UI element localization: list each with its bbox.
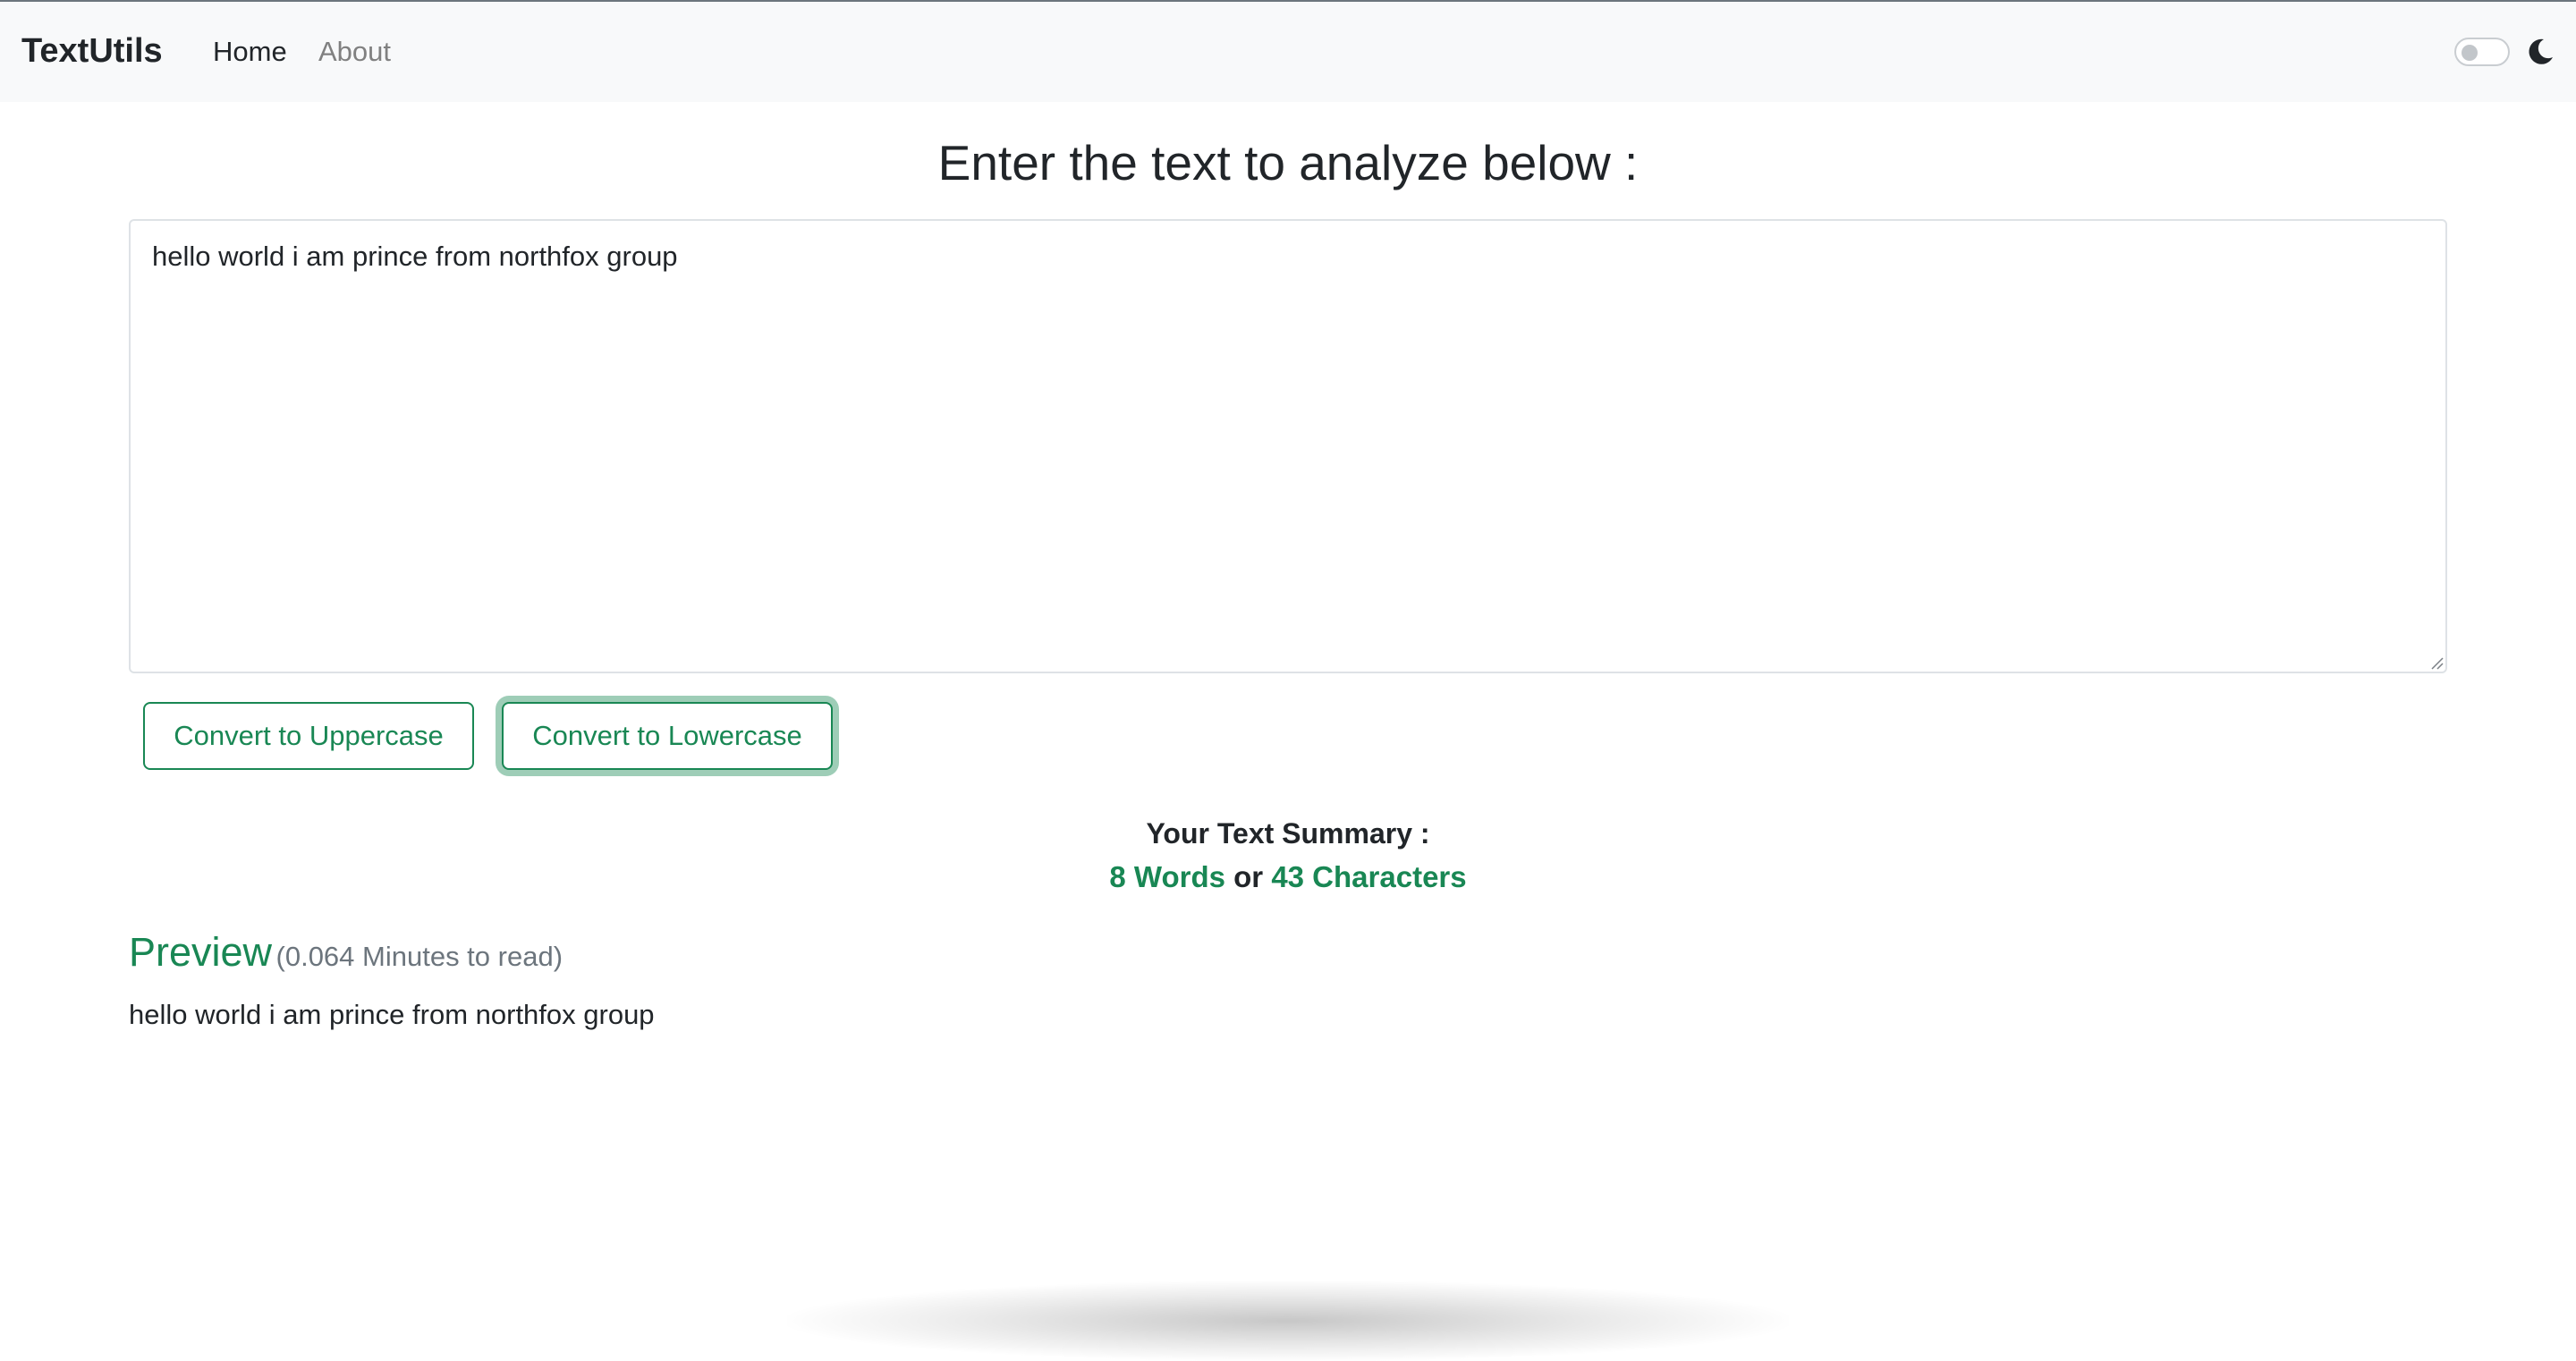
preview-text: hello world i am prince from northfox gr… <box>129 999 655 1030</box>
summary-title: Your Text Summary : <box>1146 817 1430 850</box>
moon-icon <box>2529 38 2553 64</box>
read-time: (0.064 Minutes to read) <box>275 941 564 972</box>
preview-header: Preview (0.064 Minutes to read) <box>129 927 563 982</box>
toggle-knob <box>2462 45 2478 61</box>
navbar: TextUtils Home About <box>0 2 2576 102</box>
dark-mode-toggle[interactable] <box>2454 38 2510 66</box>
page-heading: Enter the text to analyze below : <box>937 135 1639 190</box>
brand-logo[interactable]: TextUtils <box>21 30 163 72</box>
preview-title: Preview <box>129 929 273 975</box>
bottom-shadow <box>787 1281 1789 1361</box>
summary-connector: or <box>1233 860 1264 893</box>
word-count: 8 Words <box>1109 860 1225 893</box>
nav-home-link[interactable]: Home <box>213 34 287 70</box>
nav-about-link[interactable]: About <box>318 34 391 70</box>
text-input-area[interactable]: hello world i am prince from northfox gr… <box>129 219 2447 673</box>
convert-uppercase-button[interactable]: Convert to Uppercase <box>143 702 474 770</box>
resize-handle-icon[interactable] <box>2429 655 2444 670</box>
summary-counts: 8 Words or 43 Characters <box>0 858 2576 896</box>
convert-lowercase-button[interactable]: Convert to Lowercase <box>502 702 833 770</box>
character-count: 43 Characters <box>1271 860 1467 893</box>
